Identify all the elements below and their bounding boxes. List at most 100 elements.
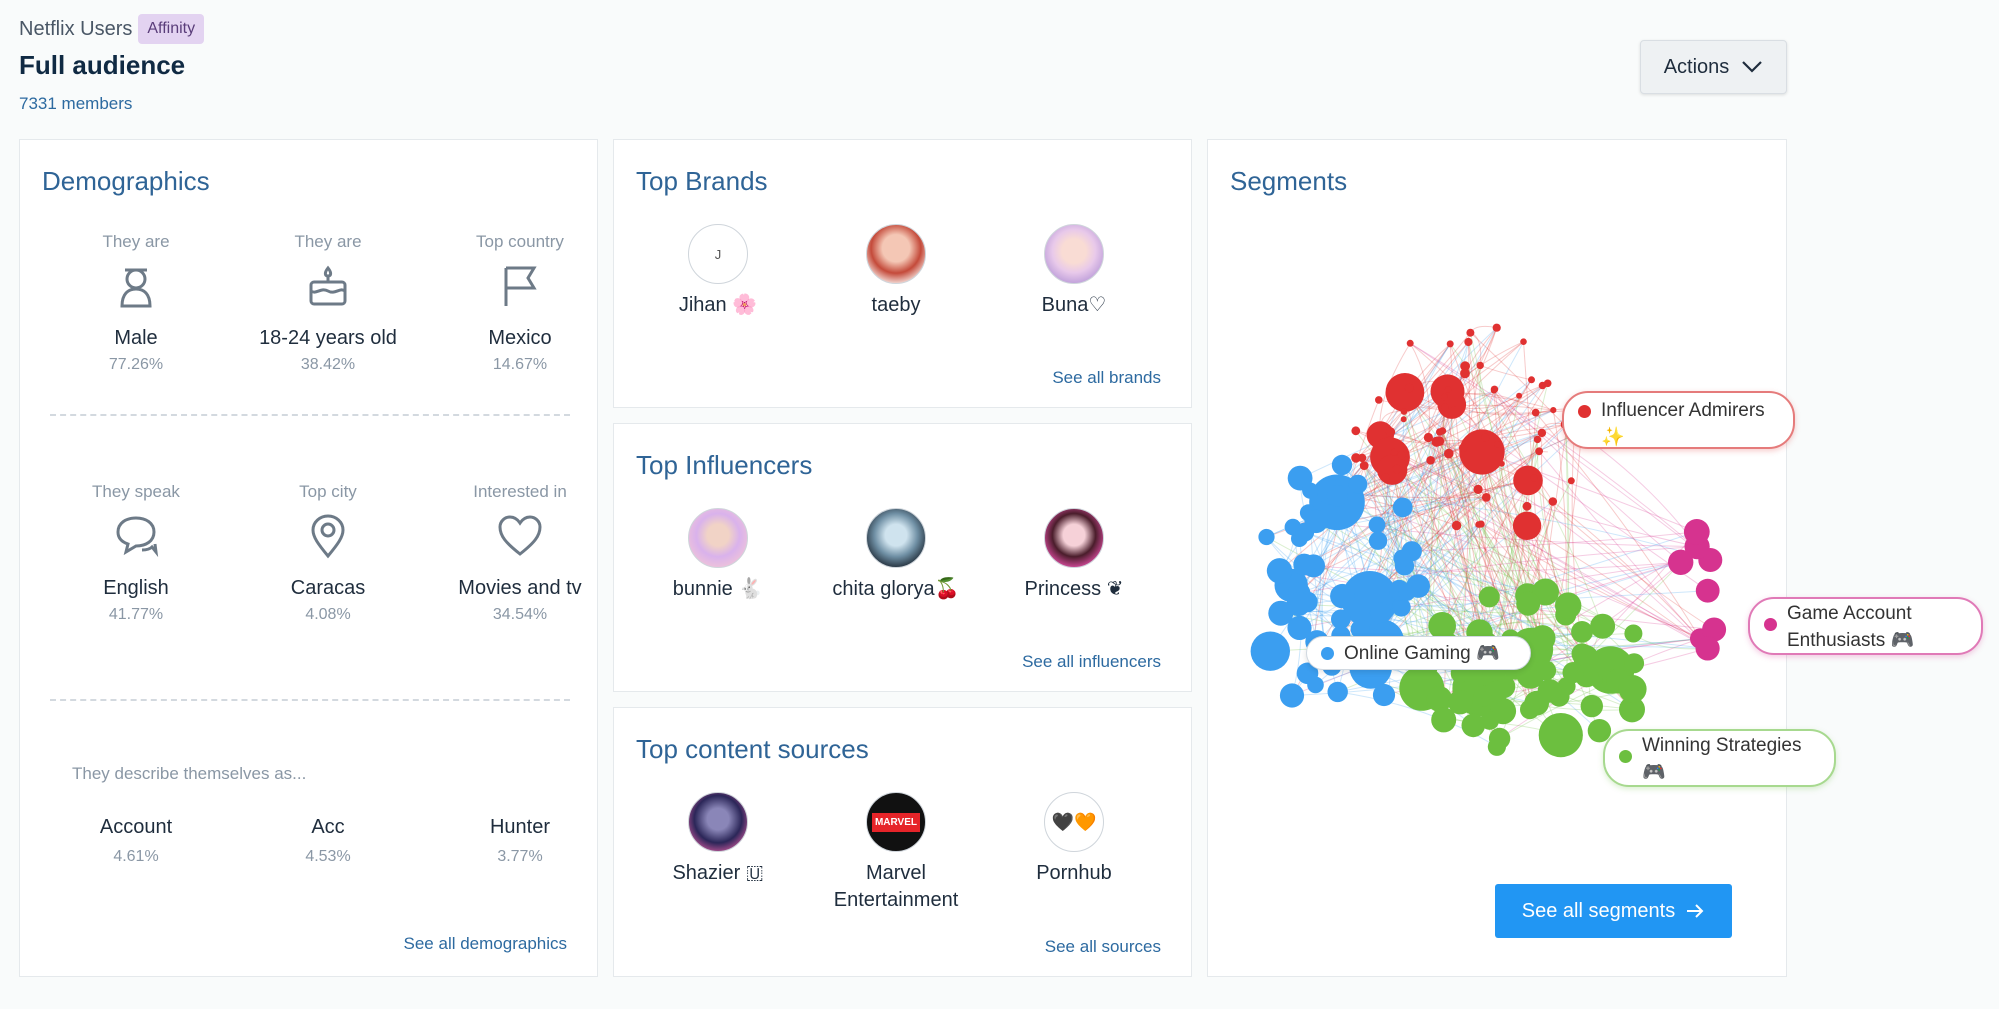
- graph-node: [1426, 456, 1435, 465]
- marvel-logo: MARVEL: [871, 812, 921, 832]
- segments-network-graph[interactable]: [1230, 300, 1730, 780]
- hearts-logo: 🖤🧡: [1051, 811, 1097, 832]
- graph-node: [1624, 653, 1645, 674]
- graph-node: [1368, 516, 1386, 534]
- describe-percent: 4.61%: [113, 848, 159, 865]
- demo-caption: Top city: [299, 482, 357, 501]
- see-all-influencers-link[interactable]: See all influencers: [1022, 652, 1161, 672]
- source-item[interactable]: 🖤🧡 Pornhub: [989, 792, 1159, 887]
- demo-city: Top city Caracas 4.08%: [233, 482, 423, 624]
- graph-node: [1304, 509, 1328, 534]
- demo-language: They speak English 41.77%: [41, 482, 231, 624]
- source-name: Shazier 🇺: [672, 862, 764, 884]
- top-influencers-title: Top Influencers: [636, 450, 813, 480]
- brand-name: taeby: [871, 294, 921, 316]
- brand-item[interactable]: J Jihan 🌸: [633, 224, 803, 319]
- graph-node: [1520, 338, 1527, 345]
- influencer-name: bunnie 🐇: [672, 578, 764, 600]
- graph-node: [1392, 497, 1413, 518]
- demo-percent: 14.67%: [492, 356, 548, 373]
- graph-node: [1331, 454, 1353, 476]
- brand-item[interactable]: Buna♡: [989, 224, 1159, 319]
- top-brands-card: Top Brands J Jihan 🌸 taeby Buna♡ See all…: [613, 139, 1192, 408]
- chevron-down-icon: [1742, 61, 1763, 73]
- graph-node: [1406, 574, 1430, 598]
- see-all-segments-button[interactable]: See all segments: [1495, 884, 1732, 938]
- demo-percent: 77.26%: [108, 356, 164, 373]
- flag-icon: [504, 266, 537, 306]
- segment-label-text: Online Gaming 🎮: [1344, 642, 1500, 664]
- graph-node: [1458, 443, 1468, 452]
- influencer-item[interactable]: Princess ❦: [989, 508, 1159, 603]
- segment-label-winning-strategies[interactable]: Winning Strategies 🎮: [1603, 729, 1836, 787]
- segment-dot: [1578, 405, 1591, 418]
- graph-node: [1543, 379, 1552, 388]
- graph-node: [1512, 511, 1542, 540]
- graph-node: [1537, 428, 1547, 438]
- graph-node: [1375, 396, 1383, 404]
- graph-node: [1302, 482, 1319, 499]
- demo-percent: 4.08%: [305, 606, 351, 623]
- graph-node: [1393, 549, 1411, 567]
- person-icon: [120, 268, 152, 308]
- source-name: Netflix Users: [19, 17, 133, 40]
- graph-node: [1522, 501, 1532, 511]
- demo-caption: They speak: [92, 482, 180, 501]
- graph-node: [1530, 474, 1538, 482]
- graph-node: [1460, 361, 1470, 372]
- graph-node: [1538, 713, 1583, 758]
- graph-node: [1535, 447, 1543, 456]
- segment-label-online-gaming[interactable]: Online Gaming 🎮: [1306, 636, 1531, 670]
- graph-node: [1266, 558, 1293, 584]
- page-title: Full audience: [19, 50, 186, 80]
- describe-caption: They describe themselves as...: [72, 764, 307, 783]
- demo-gender: They are Male 77.26%: [41, 232, 231, 374]
- arrow-right-icon: [1687, 904, 1704, 918]
- graph-node: [1624, 624, 1643, 643]
- actions-button[interactable]: Actions: [1640, 40, 1787, 94]
- see-all-demographics-link[interactable]: See all demographics: [404, 934, 567, 954]
- segment-label-game-account-enthusiasts[interactable]: Game Account Enthusiasts 🎮: [1748, 597, 1983, 655]
- graph-node: [1359, 461, 1369, 470]
- graph-node: [1490, 385, 1499, 393]
- graph-node: [1441, 393, 1448, 401]
- graph-node: [1533, 435, 1542, 444]
- demo-age: They are 18-24 years old 38.42%: [233, 232, 423, 374]
- graph-node: [1444, 448, 1454, 459]
- top-influencers-card: Top Influencers bunnie 🐇 chita glorya🍒 P…: [613, 423, 1192, 692]
- graph-node: [1327, 681, 1348, 703]
- see-all-brands-link[interactable]: See all brands: [1052, 368, 1161, 388]
- see-all-sources-link[interactable]: See all sources: [1045, 937, 1161, 957]
- describe-value: Account: [99, 816, 173, 838]
- demo-caption: They are: [102, 232, 170, 251]
- graph-node: [1434, 436, 1445, 446]
- demo-percent: 34.54%: [492, 606, 548, 623]
- graph-node: [1351, 426, 1361, 436]
- audience-source: Netflix Users Affinity: [19, 14, 205, 44]
- graph-node: [1392, 464, 1402, 474]
- segment-label-influencer-admirers[interactable]: Influencer Admirers ✨: [1562, 391, 1795, 449]
- demo-caption: Interested in: [473, 482, 567, 501]
- graph-node: [1481, 493, 1491, 502]
- see-all-segments-label: See all segments: [1521, 899, 1676, 922]
- graph-node: [1548, 497, 1558, 506]
- influencer-item[interactable]: bunnie 🐇: [633, 508, 803, 603]
- avatar: [688, 508, 748, 568]
- demo-interest: Interested in Movies and tv 34.54%: [425, 482, 615, 624]
- demo-percent: 41.77%: [108, 606, 164, 623]
- brand-item[interactable]: taeby: [811, 224, 981, 319]
- graph-node: [1258, 528, 1275, 546]
- graph-node: [1488, 727, 1511, 750]
- source-item[interactable]: Shazier 🇺: [633, 792, 803, 887]
- influencer-item[interactable]: chita glorya🍒: [811, 508, 981, 603]
- top-brands-title: Top Brands: [636, 166, 768, 196]
- avatar: MARVEL: [866, 792, 926, 852]
- graph-node: [1528, 376, 1535, 384]
- graph-node: [1400, 408, 1408, 415]
- demo-caption: Top country: [476, 232, 564, 251]
- segment-dot: [1764, 618, 1777, 631]
- source-item[interactable]: MARVEL Marvel Entertainment: [811, 792, 981, 914]
- graph-node: [1348, 474, 1368, 494]
- graph-node: [1562, 662, 1584, 684]
- actions-label: Actions: [1663, 55, 1730, 78]
